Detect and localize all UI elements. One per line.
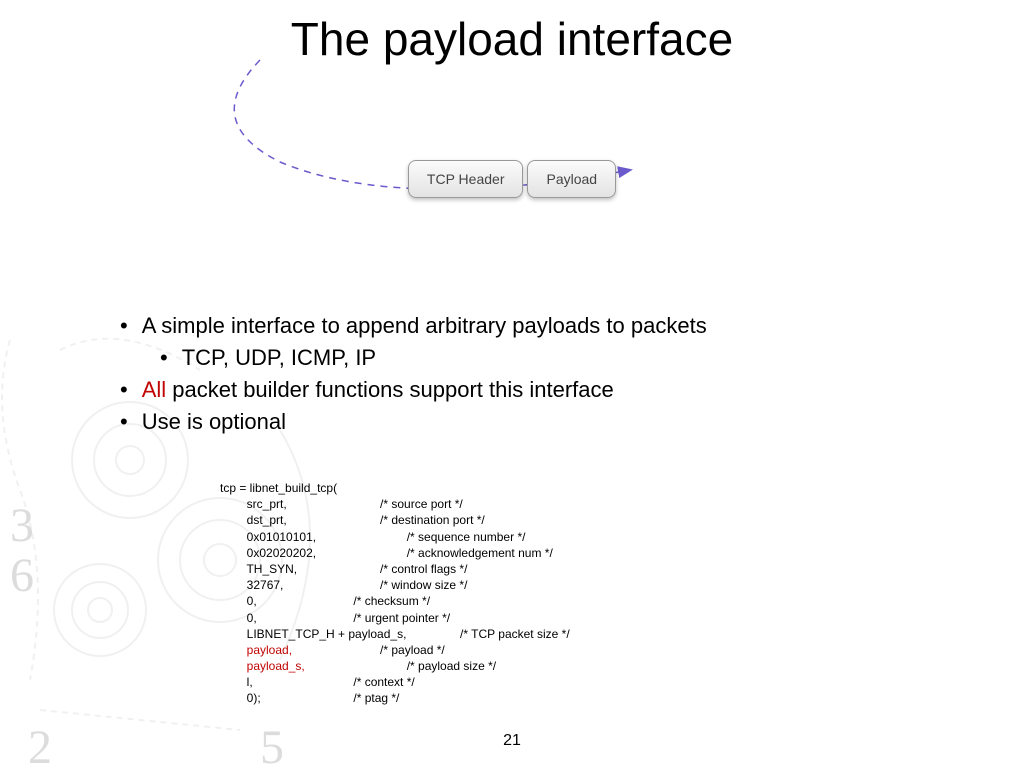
bg-number-3: 3 [10, 498, 34, 553]
bullet-list: A simple interface to append arbitrary p… [120, 310, 707, 438]
tcp-header-box: TCP Header [408, 160, 524, 198]
page-number: 21 [0, 732, 1024, 750]
bullet-1: A simple interface to append arbitrary p… [120, 310, 707, 342]
bullet-2-emphasis: All [142, 377, 166, 402]
packet-diagram: TCP HeaderPayload [0, 160, 1024, 198]
code-sample: tcp = libnet_build_tcp( src_prt, /* sour… [220, 480, 570, 707]
bullet-3: Use is optional [120, 406, 707, 438]
bg-number-6: 6 [10, 548, 34, 603]
slide-title: The payload interface [0, 12, 1024, 66]
payload-box: Payload [527, 160, 616, 198]
bullet-1a: TCP, UDP, ICMP, IP [160, 342, 707, 374]
bullet-2-rest: packet builder functions support this in… [166, 377, 614, 402]
slide: 3 6 2 5 The payload interface TCP Header… [0, 0, 1024, 768]
bullet-2: All packet builder functions support thi… [120, 374, 707, 406]
